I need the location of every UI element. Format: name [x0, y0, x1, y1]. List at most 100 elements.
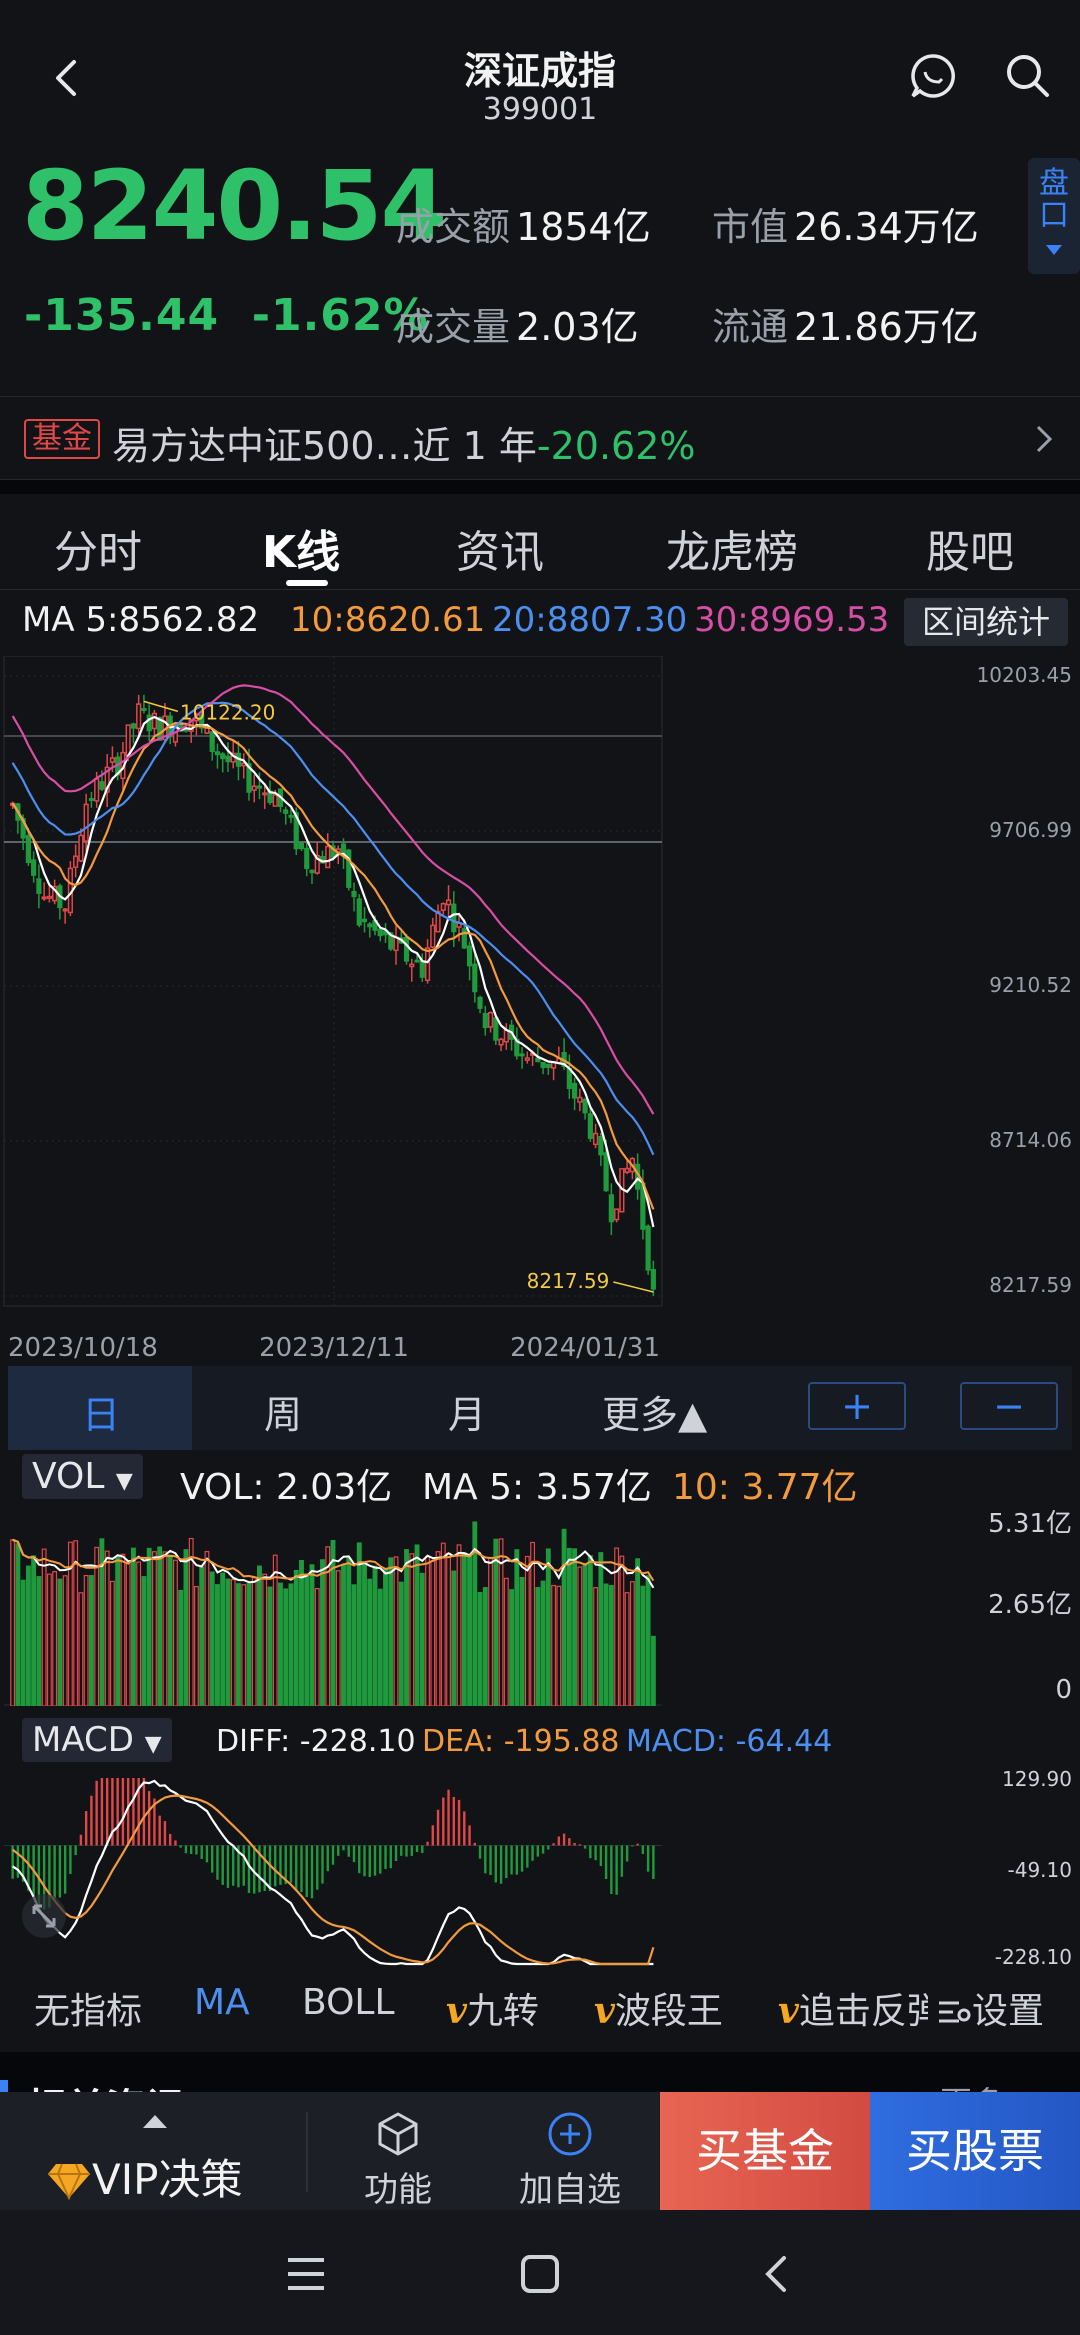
macd-bar	[520, 1845, 524, 1872]
volume-indicator-select[interactable]: VOL ▼	[22, 1454, 143, 1499]
zoom-in-button[interactable]: +	[808, 1382, 906, 1430]
candle	[73, 855, 79, 868]
volume-bar	[356, 1542, 362, 1706]
x-tick-label: 2023/10/18	[8, 1333, 158, 1363]
period-day[interactable]: 日	[82, 1384, 120, 1439]
volume-chart[interactable]: 5.31亿 2.65亿 0	[0, 1510, 1080, 1706]
vip-decision-button[interactable]: VIP决策	[46, 2146, 242, 2207]
candle	[141, 708, 147, 712]
turnover-label: 成交额	[396, 205, 511, 249]
indicator-jiuzhuan[interactable]: v九转	[446, 1982, 539, 2034]
system-nav-bar	[0, 2210, 1080, 2335]
tab-kline[interactable]: K线	[262, 516, 340, 580]
search-button[interactable]	[1000, 48, 1056, 104]
macd-bar	[95, 1780, 98, 1846]
volume-bar	[619, 1555, 625, 1706]
volume-bar	[151, 1551, 157, 1706]
macd-bar	[594, 1845, 597, 1861]
macd-indicator-select[interactable]: MACD ▼	[22, 1718, 172, 1762]
volume-bar	[146, 1547, 152, 1706]
boduan-label: 波段王	[614, 1991, 723, 2032]
tab-news[interactable]: 资讯	[456, 516, 544, 580]
period-more[interactable]: 更多▲	[602, 1384, 707, 1439]
macd-bar	[205, 1845, 209, 1863]
volume-bar	[493, 1538, 499, 1706]
add-watchlist-label: 加自选	[519, 2170, 621, 2210]
volume-bar	[94, 1546, 100, 1706]
volume-bar	[31, 1555, 37, 1706]
candle	[503, 1029, 509, 1043]
indicator-ma[interactable]: MA	[194, 1982, 250, 2023]
candle	[482, 1012, 488, 1029]
back-nav-icon[interactable]	[760, 2254, 790, 2294]
ma5-value: MA 5:8562.82	[22, 600, 260, 640]
macd-bar	[195, 1845, 198, 1855]
macd-bar	[473, 1842, 477, 1846]
float-cap-value: 21.86万亿	[794, 305, 979, 349]
volume-bar	[188, 1537, 194, 1706]
volume-bar	[362, 1563, 367, 1706]
volume-bar	[566, 1547, 572, 1706]
vip-mark-icon: v	[778, 1990, 799, 2032]
volume-bar	[461, 1552, 467, 1706]
macd-bar	[625, 1845, 629, 1862]
indicator-boll[interactable]: BOLL	[302, 1982, 395, 2023]
chat-icon	[911, 54, 955, 98]
range-stats-button[interactable]: 区间统计	[904, 598, 1068, 646]
macd-bar	[163, 1821, 167, 1846]
tab-forum[interactable]: 股吧	[926, 516, 1014, 580]
buy-fund-button[interactable]: 买基金	[660, 2092, 870, 2210]
tab-intraday[interactable]: 分时	[54, 516, 142, 580]
candle	[125, 724, 131, 757]
caret-down-icon: ▼	[115, 1469, 133, 1494]
macd-bar	[100, 1778, 104, 1846]
volume-bar	[57, 1578, 63, 1706]
menu-icon[interactable]	[286, 2256, 326, 2292]
volume-bar	[341, 1564, 346, 1706]
macd-bar	[636, 1843, 639, 1846]
candle	[356, 898, 362, 926]
macd-bar	[226, 1845, 230, 1888]
indicator-settings[interactable]: 设置	[936, 1982, 1044, 2034]
chat-button[interactable]	[905, 48, 961, 104]
candle	[608, 1194, 614, 1223]
fund-banner-text: 易方达中证500…近 1 年-20.62%	[112, 415, 695, 470]
candle	[109, 757, 116, 763]
settings-icon	[939, 2001, 971, 2023]
home-icon[interactable]	[520, 2254, 560, 2294]
macd-bar	[541, 1845, 545, 1854]
fund-tag: 基金	[24, 419, 100, 459]
tab-dragon-tiger[interactable]: 龙虎榜	[666, 516, 798, 580]
macd-bar	[641, 1845, 645, 1854]
fund-banner[interactable]: 基金 易方达中证500…近 1 年-20.62%	[0, 396, 1080, 480]
macd-bar	[552, 1843, 555, 1846]
kline-chart[interactable]: 10203.45 9706.99 9210.52 8714.06 8217.59 2023…	[0, 656, 1080, 1366]
indicator-zhuiji[interactable]: v追击反弹	[778, 1982, 928, 2034]
macd-bar	[431, 1825, 434, 1846]
period-month[interactable]: 月	[448, 1384, 486, 1439]
buy-stock-button[interactable]: 买股票	[870, 2092, 1080, 2210]
function-button[interactable]: 功能	[358, 2110, 438, 2211]
diamond-icon	[48, 2163, 90, 2201]
order-book-toggle[interactable]: 盘口	[1028, 158, 1080, 274]
indicator-boduan[interactable]: v波段王	[594, 1982, 723, 2034]
candle	[367, 923, 373, 928]
volume-bar	[10, 1539, 16, 1706]
volume-bar	[41, 1548, 47, 1706]
section-more[interactable]: 更多	[940, 2078, 1004, 2092]
zoom-out-button[interactable]: −	[960, 1382, 1058, 1430]
macd-bar	[158, 1815, 161, 1846]
diff-line	[11, 1779, 654, 1966]
volume-bar	[46, 1573, 52, 1706]
period-week[interactable]: 周	[264, 1384, 302, 1439]
candle	[25, 835, 31, 863]
caret-down-icon	[1046, 245, 1062, 255]
fullscreen-toggle[interactable]	[22, 1894, 66, 1938]
macd-bar	[415, 1845, 419, 1852]
indicator-none[interactable]: 无指标	[34, 1982, 142, 2034]
add-watchlist-button[interactable]: 加自选	[514, 2110, 626, 2211]
macd-chart[interactable]: 129.90 -49.10 -228.10	[0, 1768, 1080, 1972]
y-tick-label: 8217.59	[989, 1273, 1072, 1297]
volume-bar	[309, 1564, 315, 1706]
candle	[262, 792, 268, 796]
